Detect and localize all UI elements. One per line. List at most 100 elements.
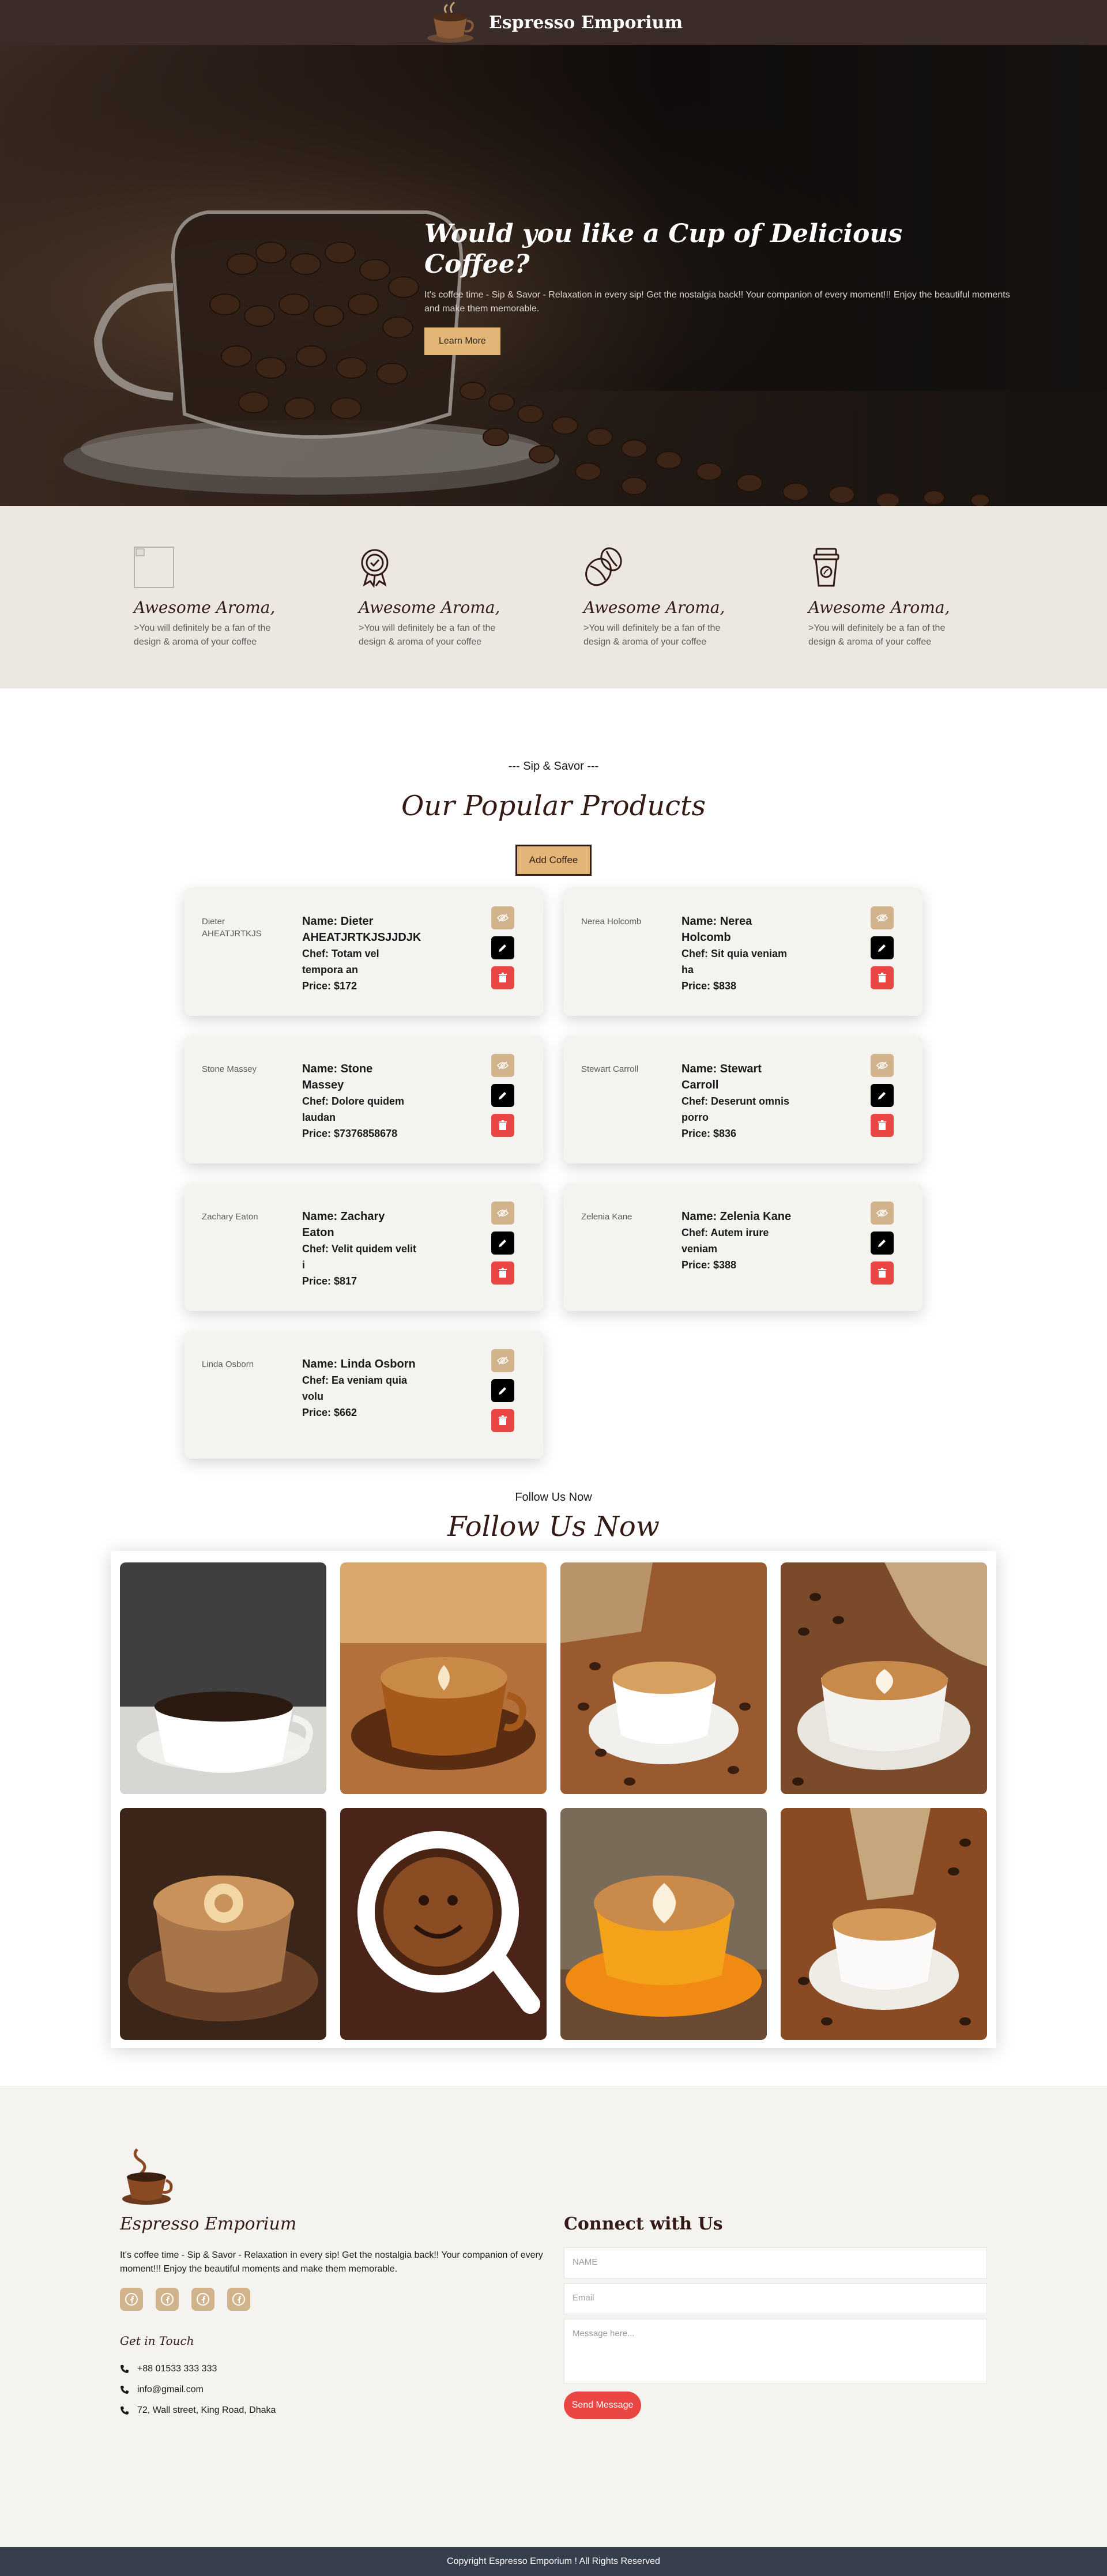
product-price: Price: $817 bbox=[302, 1275, 357, 1287]
trash-icon bbox=[499, 1268, 507, 1278]
twitter-icon[interactable] bbox=[156, 2288, 179, 2311]
view-button[interactable] bbox=[491, 906, 514, 929]
gallery-image[interactable] bbox=[120, 1562, 326, 1794]
edit-button[interactable] bbox=[871, 1084, 894, 1107]
coffee-bean-icon bbox=[585, 547, 622, 586]
product-price: Price: $7376858678 bbox=[302, 1128, 398, 1139]
product-actions bbox=[871, 1054, 894, 1144]
follow-title: Follow Us Now bbox=[447, 1511, 660, 1543]
product-image: Zachary Eaton bbox=[202, 1212, 258, 1222]
top-navbar: Espresso Emporium bbox=[0, 0, 1107, 45]
pencil-icon bbox=[878, 944, 886, 952]
delete-button[interactable] bbox=[491, 1409, 514, 1432]
edit-button[interactable] bbox=[871, 1231, 894, 1255]
product-image: Zelenia Kane bbox=[581, 1212, 632, 1222]
view-button[interactable] bbox=[871, 1202, 894, 1225]
send-message-button[interactable]: Send Message bbox=[564, 2392, 641, 2419]
pencil-icon bbox=[499, 1387, 506, 1395]
brand-title: Espresso Emporium bbox=[488, 12, 683, 33]
products-subtitle: --- Sip & Savor --- bbox=[508, 760, 599, 773]
learn-more-button[interactable]: Learn More bbox=[424, 327, 500, 355]
delete-button[interactable] bbox=[871, 966, 894, 989]
product-card: Dieter AHEATJRTKJS Name: Dieter AHEATJRT… bbox=[184, 888, 543, 1016]
edit-button[interactable] bbox=[871, 936, 894, 959]
message-textarea[interactable]: Message here... bbox=[564, 2319, 987, 2383]
phone-icon bbox=[121, 2365, 129, 2373]
edit-button[interactable] bbox=[491, 1084, 514, 1107]
view-button[interactable] bbox=[871, 1054, 894, 1077]
trash-icon bbox=[878, 1120, 886, 1130]
footer-logo-icon bbox=[122, 2148, 173, 2205]
product-chef: Chef: Velit quidem velit i bbox=[302, 1243, 417, 1271]
eye-icon bbox=[497, 1357, 509, 1365]
product-info: Name: Zachary Eaton Chef: Velit quidem v… bbox=[302, 1208, 417, 1289]
coffee-cup-icon bbox=[813, 548, 839, 587]
delete-button[interactable] bbox=[491, 1114, 514, 1137]
gallery-image[interactable] bbox=[781, 1562, 987, 1794]
gallery-image[interactable] bbox=[120, 1808, 326, 2040]
eye-icon bbox=[497, 1061, 509, 1069]
view-button[interactable] bbox=[871, 906, 894, 929]
product-chef: Chef: Ea veniam quia volu bbox=[302, 1374, 408, 1402]
product-chef: Chef: Sit quia veniam ha bbox=[681, 948, 788, 976]
delete-button[interactable] bbox=[491, 1261, 514, 1285]
pencil-icon bbox=[499, 1092, 506, 1099]
trash-icon bbox=[499, 973, 507, 982]
product-name: Name: Stewart Carroll bbox=[681, 1063, 762, 1091]
delete-button[interactable] bbox=[871, 1261, 894, 1285]
edit-button[interactable] bbox=[491, 1379, 514, 1402]
footer: Espresso Emporium It's coffee time - Sip… bbox=[0, 2086, 1107, 2547]
pencil-icon bbox=[878, 1092, 886, 1099]
feature-text: >You will definitely be a fan of the des… bbox=[583, 623, 721, 647]
product-actions bbox=[871, 906, 894, 996]
feature-item: Awesome Aroma, >You will definitely be a… bbox=[359, 547, 532, 649]
gallery-image[interactable] bbox=[340, 1808, 547, 2040]
product-price: Price: $388 bbox=[681, 1259, 737, 1271]
instagram-icon[interactable] bbox=[191, 2288, 214, 2311]
product-chef: Chef: Dolore quidem laudan bbox=[302, 1095, 405, 1123]
feature-text: >You will definitely be a fan of the des… bbox=[359, 623, 496, 647]
hero-text: It's coffee time - Sip & Savor - Relaxat… bbox=[424, 289, 1010, 314]
eye-icon bbox=[876, 1209, 888, 1217]
email-input[interactable]: Email bbox=[564, 2283, 987, 2314]
add-coffee-button[interactable]: Add Coffee bbox=[515, 845, 592, 876]
product-name: Name: Linda Osborn bbox=[302, 1358, 416, 1370]
delete-button[interactable] bbox=[871, 1114, 894, 1137]
phone-icon bbox=[121, 2406, 129, 2415]
view-button[interactable] bbox=[491, 1054, 514, 1077]
product-image: Stone Massey bbox=[202, 1064, 257, 1074]
edit-button[interactable] bbox=[491, 1231, 514, 1255]
gallery-image[interactable] bbox=[340, 1562, 547, 1794]
address-text: 72, Wall street, King Road, Dhaka bbox=[137, 2405, 276, 2415]
product-info: Name: Stewart Carroll Chef: Deserunt omn… bbox=[681, 1061, 797, 1142]
edit-button[interactable] bbox=[491, 936, 514, 959]
hero-title: Would you like a Cup of Delicious Coffee… bbox=[424, 219, 903, 279]
view-button[interactable] bbox=[491, 1202, 514, 1225]
trash-icon bbox=[499, 1120, 507, 1130]
broken-image-icon bbox=[134, 547, 174, 588]
view-button[interactable] bbox=[491, 1349, 514, 1372]
gallery-image[interactable] bbox=[560, 1808, 767, 2040]
logo-cup-icon bbox=[427, 1, 474, 43]
instagram-gallery bbox=[111, 1551, 996, 2048]
product-card: Stewart Carroll Name: Stewart Carroll Ch… bbox=[564, 1035, 922, 1163]
feature-text: >You will definitely be a fan of the des… bbox=[134, 623, 271, 647]
email-text: info@gmail.com bbox=[137, 2385, 204, 2394]
product-name: Name: Stone Massey bbox=[302, 1063, 373, 1091]
eye-icon bbox=[876, 1061, 888, 1069]
feature-item: Awesome Aroma, >You will definitely be a… bbox=[134, 547, 307, 649]
gallery-image[interactable] bbox=[781, 1808, 987, 2040]
product-actions bbox=[491, 1202, 514, 1291]
gallery-image[interactable] bbox=[560, 1562, 767, 1794]
linkedin-icon[interactable] bbox=[227, 2288, 250, 2311]
product-price: Price: $662 bbox=[302, 1407, 357, 1418]
name-input[interactable]: NAME bbox=[564, 2247, 987, 2279]
product-chef: Chef: Deserunt omnis porro bbox=[681, 1095, 790, 1123]
delete-button[interactable] bbox=[491, 966, 514, 989]
facebook-icon[interactable] bbox=[120, 2288, 143, 2311]
footer-brand: Espresso Emporium bbox=[120, 2214, 297, 2234]
product-card: Nerea Holcomb Name: Nerea Holcomb Chef: … bbox=[564, 888, 922, 1016]
product-name: Name: Zelenia Kane bbox=[681, 1210, 792, 1223]
product-name: Name: Dieter AHEATJRTKJSJJDJK bbox=[302, 915, 421, 944]
product-card: Zachary Eaton Name: Zachary Eaton Chef: … bbox=[184, 1183, 543, 1311]
